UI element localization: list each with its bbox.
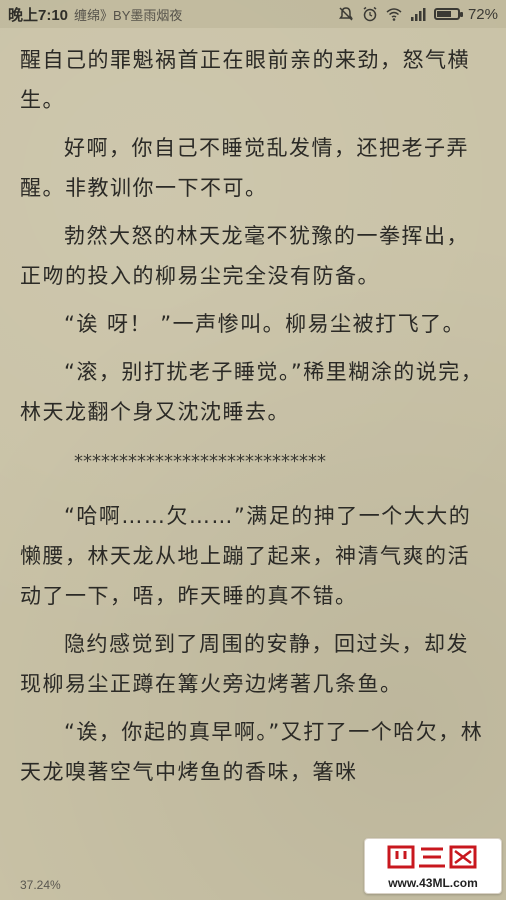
reader-content[interactable]: 醒自己的罪魁祸首正在眼前亲的来劲，怒气横生。 好啊，你自己不睡觉乱发情，还把老子弄…	[20, 40, 488, 800]
section-separator: ****************************	[74, 451, 326, 472]
paragraph-group-before: 醒自己的罪魁祸首正在眼前亲的来劲，怒气横生。 好啊，你自己不睡觉乱发情，还把老子弄…	[20, 40, 488, 432]
paragraph: “诶，你起的真早啊。”又打了一个哈欠，林天龙嗅著空气中烤鱼的香味，箸咪	[20, 720, 484, 784]
status-left: 晚上7:10 缠绵》BY墨雨烟夜	[8, 4, 182, 25]
paragraph: “滚，别打扰老子睡觉。”稀里糊涂的说完，林天龙翻个身又沈沈睡去。	[20, 360, 484, 424]
battery-fill	[436, 11, 451, 17]
status-time: 晚上7:10	[8, 6, 69, 24]
battery-icon	[433, 8, 463, 20]
paragraph: 醒自己的罪魁祸首正在眼前亲的来劲，怒气横生。	[20, 48, 470, 112]
paragraph: 好啊，你自己不睡觉乱发情，还把老子弄醒。非教训你一下不可。	[20, 136, 469, 200]
reading-progress: 37.24%	[20, 878, 61, 892]
status-book-title: 缠绵》BY墨雨烟夜	[74, 7, 183, 23]
alarm-icon	[362, 6, 378, 22]
paragraph: “哈啊……欠……”满足的抻了一个大大的懒腰，林天龙从地上蹦了起来，神清气爽的活动…	[20, 504, 472, 608]
status-bar: 晚上7:10 缠绵》BY墨雨烟夜 72%	[0, 0, 506, 28]
notification-mute-icon	[338, 6, 354, 22]
watermark-logo	[385, 843, 481, 876]
watermark-url: www.43ML.com	[388, 875, 478, 890]
paragraph: “诶 呀！ ”一声惨叫。柳易尘被打飞了。	[64, 312, 466, 336]
wifi-icon	[386, 6, 402, 22]
battery-percent: 72%	[467, 5, 498, 23]
paragraph: 隐约感觉到了周围的安静，回过头，却发现柳易尘正蹲在篝火旁边烤著几条鱼。	[20, 632, 469, 696]
signal-icon	[410, 6, 426, 22]
status-right: 72%	[338, 6, 498, 23]
paragraph: 勃然大怒的林天龙毫不犹豫的一拳挥出，正吻的投入的柳易尘完全没有防备。	[20, 224, 469, 288]
site-watermark: www.43ML.com	[364, 838, 502, 894]
paragraph-group-after: “哈啊……欠……”满足的抻了一个大大的懒腰，林天龙从地上蹦了起来，神清气爽的活动…	[20, 496, 488, 792]
